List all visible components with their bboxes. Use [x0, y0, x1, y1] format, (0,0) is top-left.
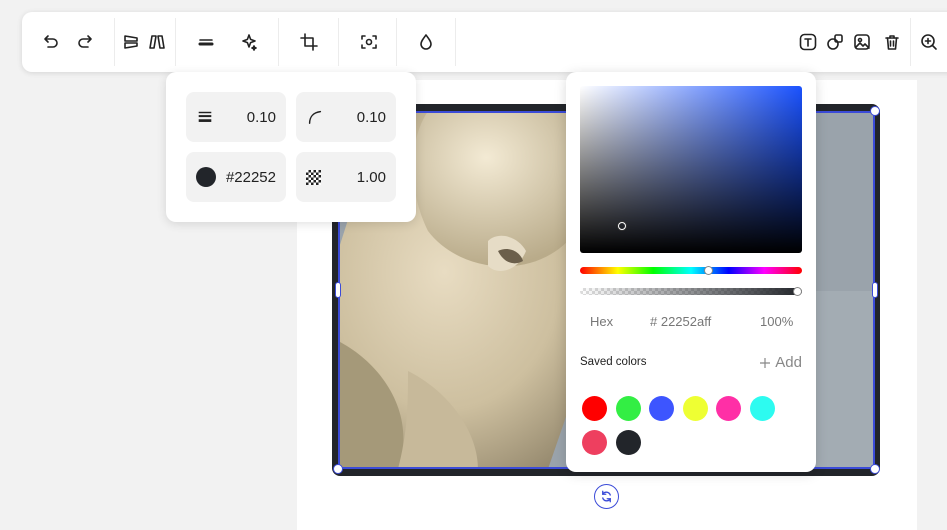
text-icon[interactable] [796, 30, 820, 54]
alpha-slider[interactable] [580, 287, 802, 296]
stroke-opacity-field[interactable]: 1.00 [296, 152, 396, 202]
zoom-in-icon[interactable] [917, 30, 941, 54]
saturation-brightness-area[interactable] [580, 86, 802, 253]
top-toolbar [22, 12, 947, 72]
saved-color-swatch[interactable] [749, 396, 775, 421]
saved-color-swatch[interactable] [716, 396, 741, 421]
stroke-color-field[interactable]: #22252 [186, 152, 286, 202]
hex-input[interactable]: # 22252aff [650, 314, 711, 329]
corner-radius-field[interactable]: 0.10 [296, 92, 396, 142]
checkerboard-icon [306, 169, 321, 185]
resize-handle-bottom-right[interactable] [870, 464, 880, 474]
stroke-color-value: #22252 [225, 168, 276, 186]
stroke-width-icon[interactable] [194, 30, 218, 54]
stroke-settings-panel: 0.10 0.10 #22252 1.00 [166, 72, 416, 222]
alpha-percent-input[interactable]: 100% [760, 314, 793, 329]
resize-handle-left[interactable] [335, 282, 341, 298]
focus-scan-icon[interactable] [357, 30, 381, 54]
stroke-width-icon [198, 111, 212, 122]
hue-slider[interactable] [580, 266, 802, 275]
resize-handle-top-right[interactable] [870, 106, 880, 116]
saved-colors-header: Saved colors Add [580, 354, 802, 375]
rotate-icon [602, 490, 611, 503]
stroke-opacity-value: 1.00 [356, 168, 386, 186]
stroke-width-field[interactable]: 0.10 [186, 92, 286, 142]
color-cursor[interactable] [618, 222, 627, 231]
flip-vertical-icon[interactable] [119, 30, 143, 54]
hue-slider-knob[interactable] [704, 266, 714, 275]
rotate-button[interactable] [594, 484, 619, 509]
undo-icon[interactable] [38, 30, 62, 54]
crop-icon[interactable] [297, 30, 321, 54]
corner-radius-value: 0.10 [356, 108, 386, 126]
magic-sparkle-icon[interactable] [237, 30, 261, 54]
trash-icon[interactable] [880, 30, 904, 54]
saved-colors-label: Saved colors [580, 356, 647, 368]
saved-color-swatch[interactable] [615, 396, 641, 421]
saved-color-swatch[interactable] [582, 396, 607, 421]
saved-color-swatch[interactable] [582, 430, 607, 455]
add-color-label: Add [775, 354, 802, 371]
hex-row: Hex # 22252aff 100% [580, 314, 802, 334]
corner-radius-icon [308, 110, 322, 125]
resize-handle-bottom-left[interactable] [333, 464, 343, 474]
add-color-button[interactable]: Add [759, 354, 802, 371]
stroke-color-swatch[interactable] [196, 167, 216, 187]
alpha-slider-knob[interactable] [793, 287, 802, 296]
hex-label: Hex [590, 314, 614, 329]
flip-horizontal-icon[interactable] [145, 30, 169, 54]
plus-icon [760, 357, 771, 368]
saved-color-swatch[interactable] [682, 396, 708, 421]
image-icon[interactable] [850, 30, 874, 54]
saved-color-swatch[interactable] [615, 430, 641, 455]
drop-icon[interactable] [414, 30, 438, 54]
redo-icon[interactable] [74, 30, 98, 54]
saved-color-swatch[interactable] [649, 396, 674, 421]
resize-handle-right[interactable] [872, 282, 878, 298]
stroke-width-value: 0.10 [246, 108, 276, 126]
shapes-icon[interactable] [823, 30, 847, 54]
color-picker-panel: Hex # 22252aff 100% Saved colors Add [566, 72, 816, 472]
